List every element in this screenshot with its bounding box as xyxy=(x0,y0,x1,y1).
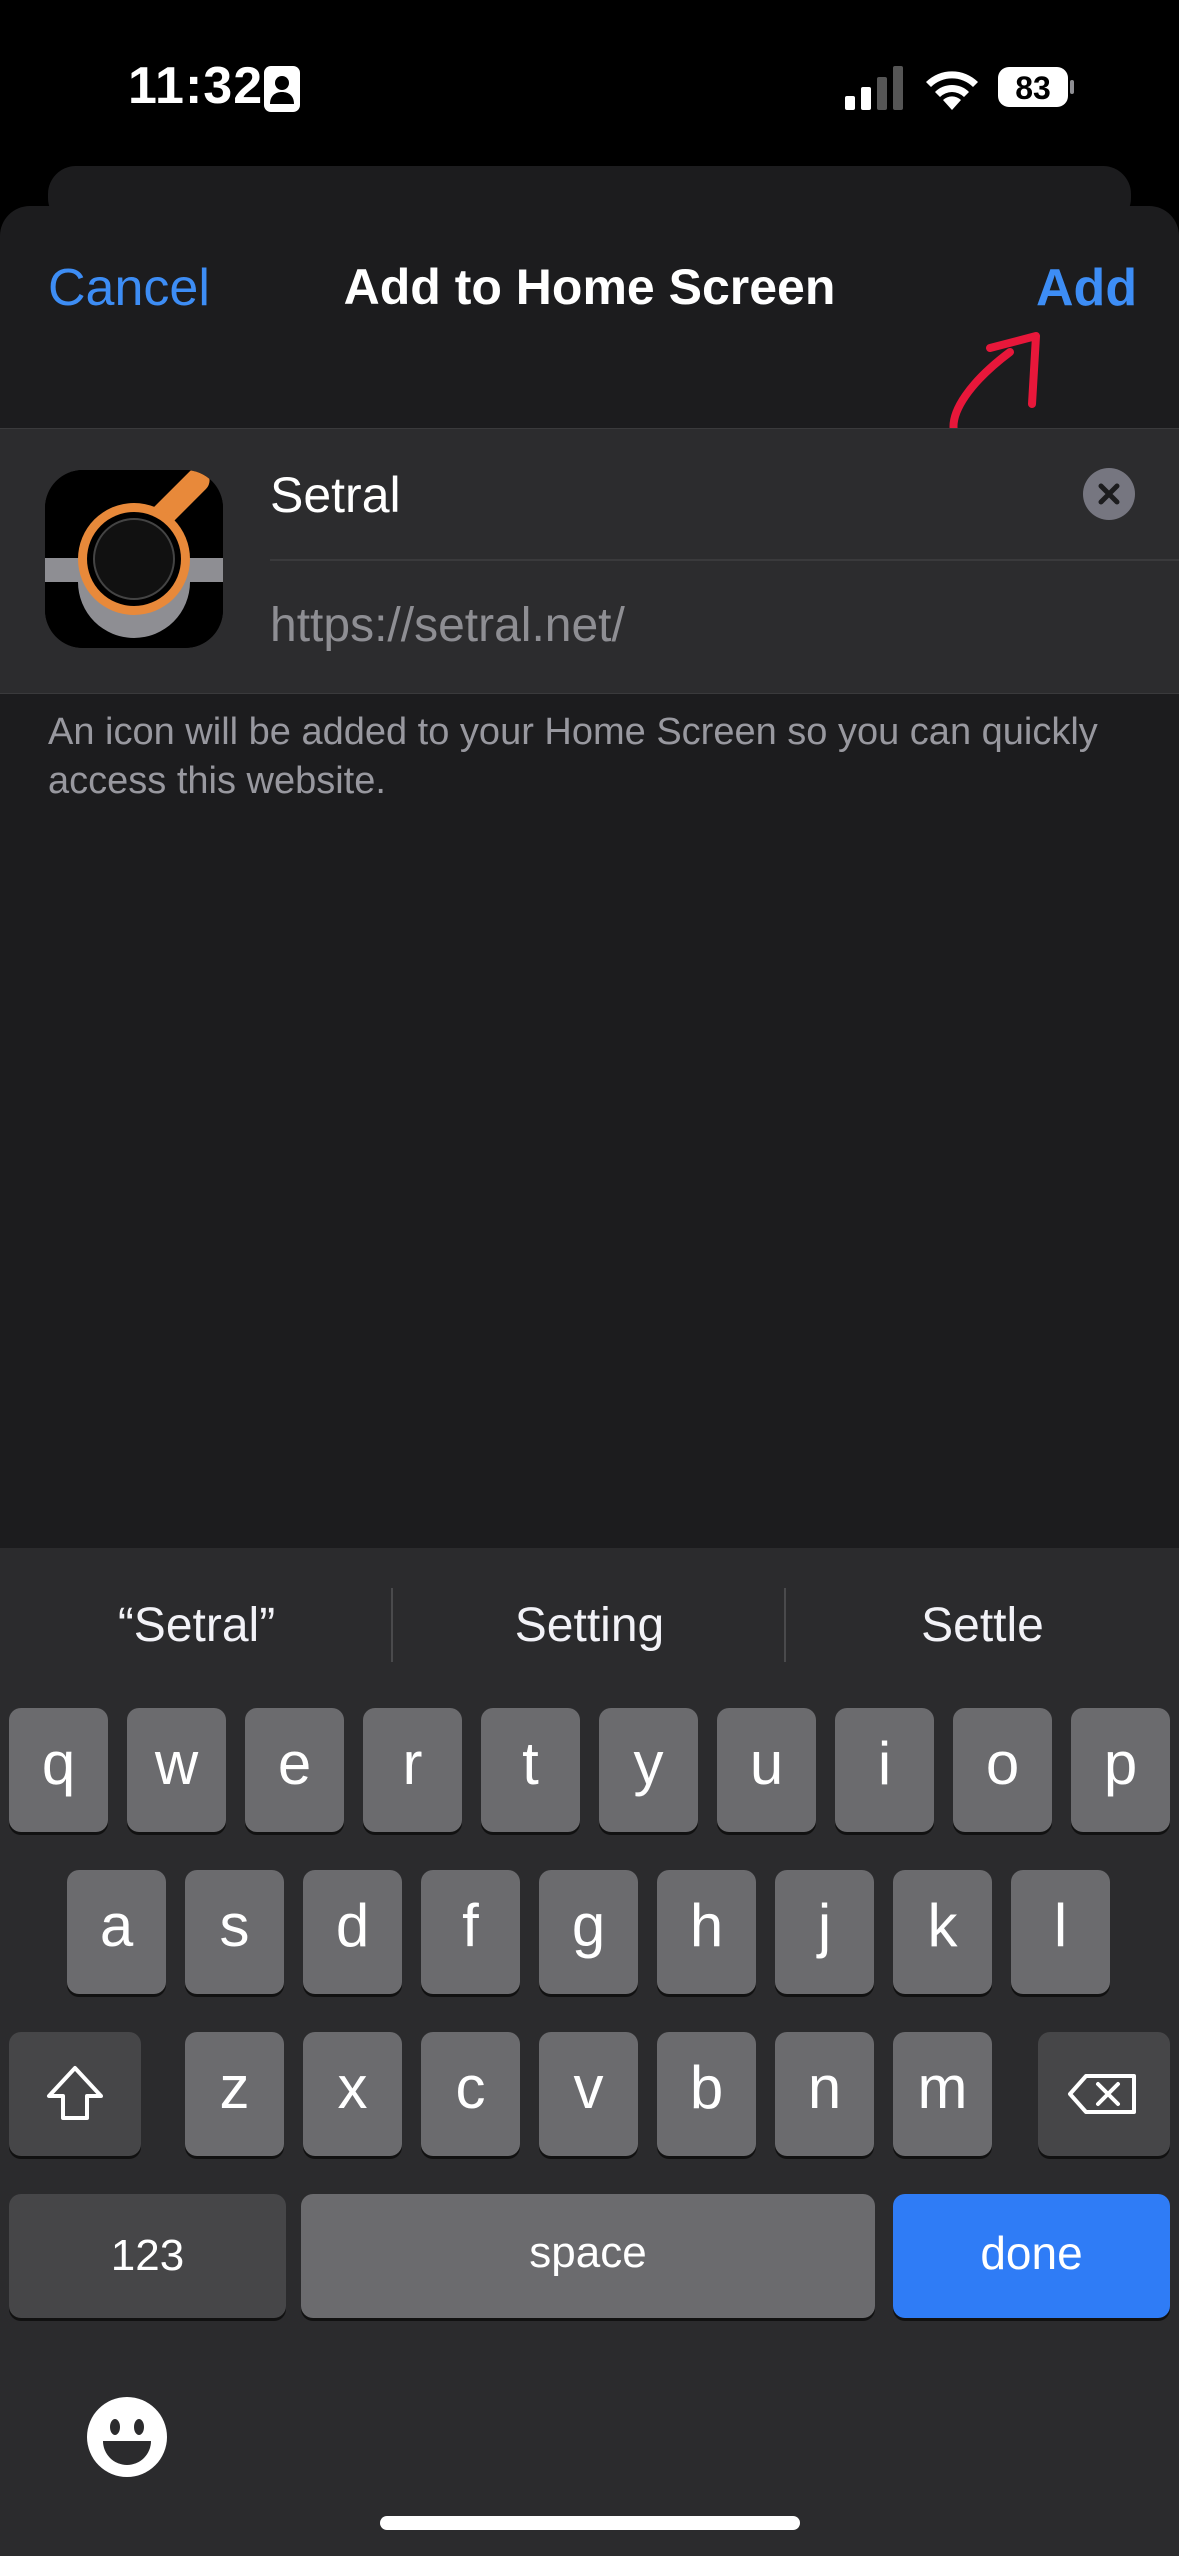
home-indicator xyxy=(380,2516,800,2530)
website-app-icon xyxy=(45,470,223,648)
suggestion-settle[interactable]: Settle xyxy=(786,1598,1179,1653)
key-x[interactable]: x xyxy=(303,2032,402,2156)
key-l[interactable]: l xyxy=(1011,1870,1110,1994)
emoji-icon xyxy=(87,2397,167,2477)
backspace-icon xyxy=(1068,2074,1136,2114)
contact-card-icon xyxy=(264,66,300,112)
status-time: 11:32 xyxy=(128,57,264,115)
key-p[interactable]: p xyxy=(1071,1708,1170,1832)
key-c[interactable]: c xyxy=(421,2032,520,2156)
key-n[interactable]: n xyxy=(775,2032,874,2156)
key-w[interactable]: w xyxy=(127,1708,226,1832)
battery-icon: 83 xyxy=(997,66,1075,108)
bookmark-name-input[interactable]: Setral xyxy=(270,466,1070,524)
red-arrow-annotation xyxy=(949,332,1040,436)
shift-key[interactable] xyxy=(9,2032,141,2156)
field-divider xyxy=(270,559,1179,561)
shift-icon xyxy=(47,2066,103,2120)
numbers-key[interactable]: 123 xyxy=(9,2194,286,2318)
key-o[interactable]: o xyxy=(953,1708,1052,1832)
battery-percentage: 83 xyxy=(1015,70,1051,106)
cellular-signal-icon xyxy=(845,66,903,110)
key-a[interactable]: a xyxy=(67,1870,166,1994)
delete-key[interactable] xyxy=(1038,2032,1170,2156)
done-key[interactable]: done xyxy=(893,2194,1170,2318)
wifi-icon xyxy=(926,71,978,110)
key-y[interactable]: y xyxy=(599,1708,698,1832)
key-g[interactable]: g xyxy=(539,1870,638,1994)
key-m[interactable]: m xyxy=(893,2032,992,2156)
bookmark-url-field: https://setral.net/ xyxy=(270,599,625,652)
key-e[interactable]: e xyxy=(245,1708,344,1832)
helper-text: An icon will be added to your Home Scree… xyxy=(48,711,1098,802)
key-k[interactable]: k xyxy=(893,1870,992,1994)
key-f[interactable]: f xyxy=(421,1870,520,1994)
suggestion-setting[interactable]: Setting xyxy=(393,1598,786,1653)
emoji-button[interactable] xyxy=(85,2395,169,2479)
key-v[interactable]: v xyxy=(539,2032,638,2156)
key-u[interactable]: u xyxy=(717,1708,816,1832)
key-s[interactable]: s xyxy=(185,1870,284,1994)
key-z[interactable]: z xyxy=(185,2032,284,2156)
key-d[interactable]: d xyxy=(303,1870,402,1994)
key-q[interactable]: q xyxy=(9,1708,108,1832)
key-t[interactable]: t xyxy=(481,1708,580,1832)
cancel-button[interactable]: Cancel xyxy=(48,258,210,318)
key-b[interactable]: b xyxy=(657,2032,756,2156)
key-r[interactable]: r xyxy=(363,1708,462,1832)
key-j[interactable]: j xyxy=(775,1870,874,1994)
suggestion-setral-quoted[interactable]: “Setral” xyxy=(0,1598,393,1653)
key-h[interactable]: h xyxy=(657,1870,756,1994)
close-icon xyxy=(1098,483,1120,505)
space-key[interactable]: space xyxy=(301,2194,875,2318)
clear-text-button[interactable] xyxy=(1083,468,1135,520)
key-i[interactable]: i xyxy=(835,1708,934,1832)
add-button[interactable]: Add xyxy=(1036,258,1137,318)
